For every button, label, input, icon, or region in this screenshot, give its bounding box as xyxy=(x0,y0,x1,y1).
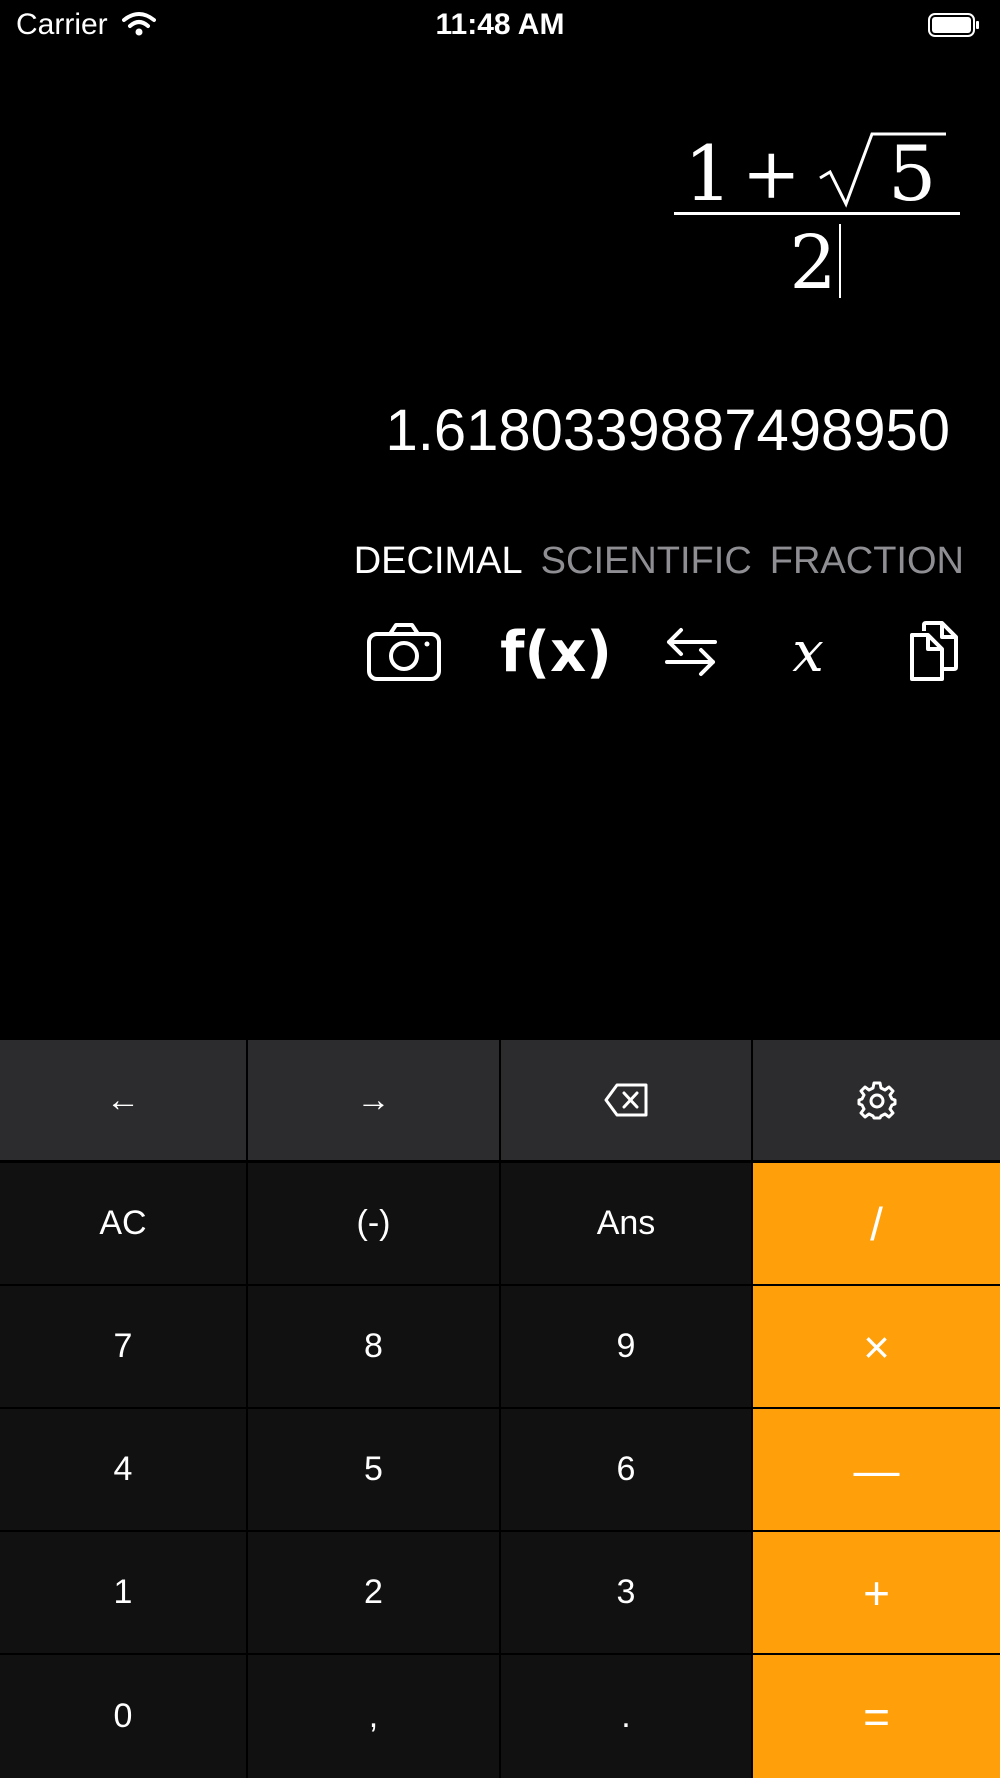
swap-button[interactable] xyxy=(660,612,722,692)
add-button[interactable]: + xyxy=(753,1532,1000,1653)
cursor-left-button[interactable]: ← xyxy=(0,1040,246,1160)
expression-display[interactable]: 1 + 5 2 xyxy=(660,118,970,318)
result-value: 1.6180339887498950 xyxy=(385,398,950,463)
battery-icon xyxy=(928,13,980,37)
answer-button[interactable]: Ans xyxy=(501,1163,751,1284)
mode-decimal[interactable]: DECIMAL xyxy=(354,540,523,582)
digit-2-button[interactable]: 2 xyxy=(248,1532,499,1653)
keypad: ← → AC (-) Ans / 7 8 9 × 4 5 6 — 1 2 3 +… xyxy=(0,1040,1000,1778)
cursor-right-button[interactable]: → xyxy=(248,1040,499,1160)
status-bar: Carrier 11:48 AM xyxy=(0,0,1000,50)
numerator-radicand: 5 xyxy=(888,129,936,210)
backspace-button[interactable] xyxy=(501,1040,751,1160)
decimal-point-button[interactable]: . xyxy=(501,1655,751,1778)
camera-button[interactable] xyxy=(364,612,444,692)
backspace-icon xyxy=(604,1083,648,1117)
numerator-plus: + xyxy=(742,133,801,210)
text-caret xyxy=(838,224,841,298)
function-button[interactable]: f(x) xyxy=(496,612,616,692)
expression-denominator: 2 xyxy=(660,218,970,308)
digit-3-button[interactable]: 3 xyxy=(501,1532,751,1653)
copy-icon xyxy=(910,621,958,681)
subtract-button[interactable]: — xyxy=(753,1409,1000,1530)
digit-5-button[interactable]: 5 xyxy=(248,1409,499,1530)
denominator-value: 2 xyxy=(789,220,837,306)
camera-icon xyxy=(367,623,441,681)
equals-button[interactable]: = xyxy=(753,1655,1000,1778)
digit-0-button[interactable]: 0 xyxy=(0,1655,246,1778)
clock: 11:48 AM xyxy=(435,8,565,41)
divide-button[interactable]: / xyxy=(753,1163,1000,1284)
fraction-bar xyxy=(674,212,960,215)
all-clear-button[interactable]: AC xyxy=(0,1163,246,1284)
expression-numerator: 1 + 5 xyxy=(660,118,970,210)
digit-7-button[interactable]: 7 xyxy=(0,1286,246,1407)
multiply-button[interactable]: × xyxy=(753,1286,1000,1407)
negate-button[interactable]: (-) xyxy=(248,1163,499,1284)
digit-4-button[interactable]: 4 xyxy=(0,1409,246,1530)
swap-arrows-icon xyxy=(665,628,717,676)
variable-button[interactable]: x xyxy=(780,612,836,692)
settings-button[interactable] xyxy=(753,1040,1000,1160)
digit-6-button[interactable]: 6 xyxy=(501,1409,751,1530)
mode-scientific[interactable]: SCIENTIFIC xyxy=(541,540,752,582)
digit-1-button[interactable]: 1 xyxy=(0,1532,246,1653)
numerator-one: 1 xyxy=(684,129,732,210)
mode-selector: DECIMAL SCIENTIFIC FRACTION xyxy=(300,540,964,583)
comma-button[interactable]: , xyxy=(248,1655,499,1778)
mode-fraction[interactable]: FRACTION xyxy=(770,540,964,582)
copy-button[interactable] xyxy=(900,612,966,692)
digit-8-button[interactable]: 8 xyxy=(248,1286,499,1407)
gear-icon xyxy=(857,1081,896,1120)
digit-9-button[interactable]: 9 xyxy=(501,1286,751,1407)
